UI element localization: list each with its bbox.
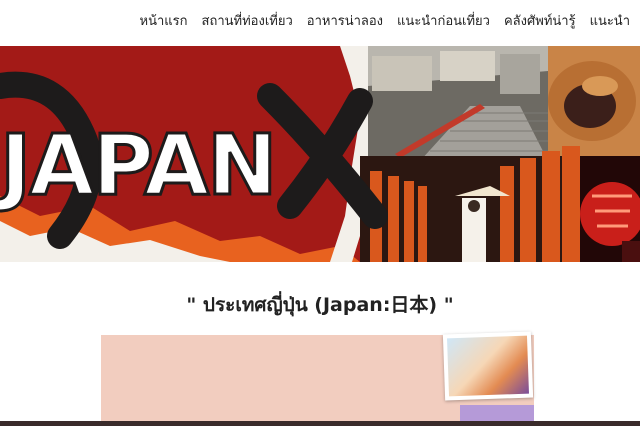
lantern-photo bbox=[580, 156, 640, 262]
anime-photo bbox=[447, 335, 529, 397]
nav-item-food[interactable]: อาหารน่าลอง bbox=[307, 10, 383, 31]
nav-item-recommend[interactable]: แนะนำ bbox=[590, 10, 630, 31]
nav-item-attractions[interactable]: สถานที่ท่องเที่ยว bbox=[202, 10, 293, 31]
page-heading: " ประเทศญี่ปุ่น (Japan:日本) " bbox=[186, 294, 454, 316]
nav-item-vocabulary[interactable]: คลังศัพท์น่ารู้ bbox=[504, 10, 576, 31]
nav-item-home[interactable]: หน้าแรก bbox=[140, 10, 188, 31]
nav-menu: หน้าแรก สถานที่ท่องเที่ยว อาหารน่าลอง แน… bbox=[140, 10, 630, 31]
food-photo bbox=[548, 46, 640, 156]
hero-banner: JAPAN bbox=[0, 46, 640, 262]
hero-illustration: JAPAN bbox=[0, 46, 640, 262]
top-navigation: หน้าแรก สถานที่ท่องเที่ยว อาหารน่าลอง แน… bbox=[0, 0, 640, 46]
hero-title: JAPAN bbox=[0, 116, 275, 214]
shrine-photo bbox=[360, 146, 580, 262]
bottom-bar bbox=[0, 421, 640, 426]
anime-photo-card bbox=[442, 331, 534, 401]
street-photo bbox=[368, 46, 548, 161]
nav-item-travel-tips[interactable]: แนะนำก่อนเที่ยว bbox=[397, 10, 490, 31]
